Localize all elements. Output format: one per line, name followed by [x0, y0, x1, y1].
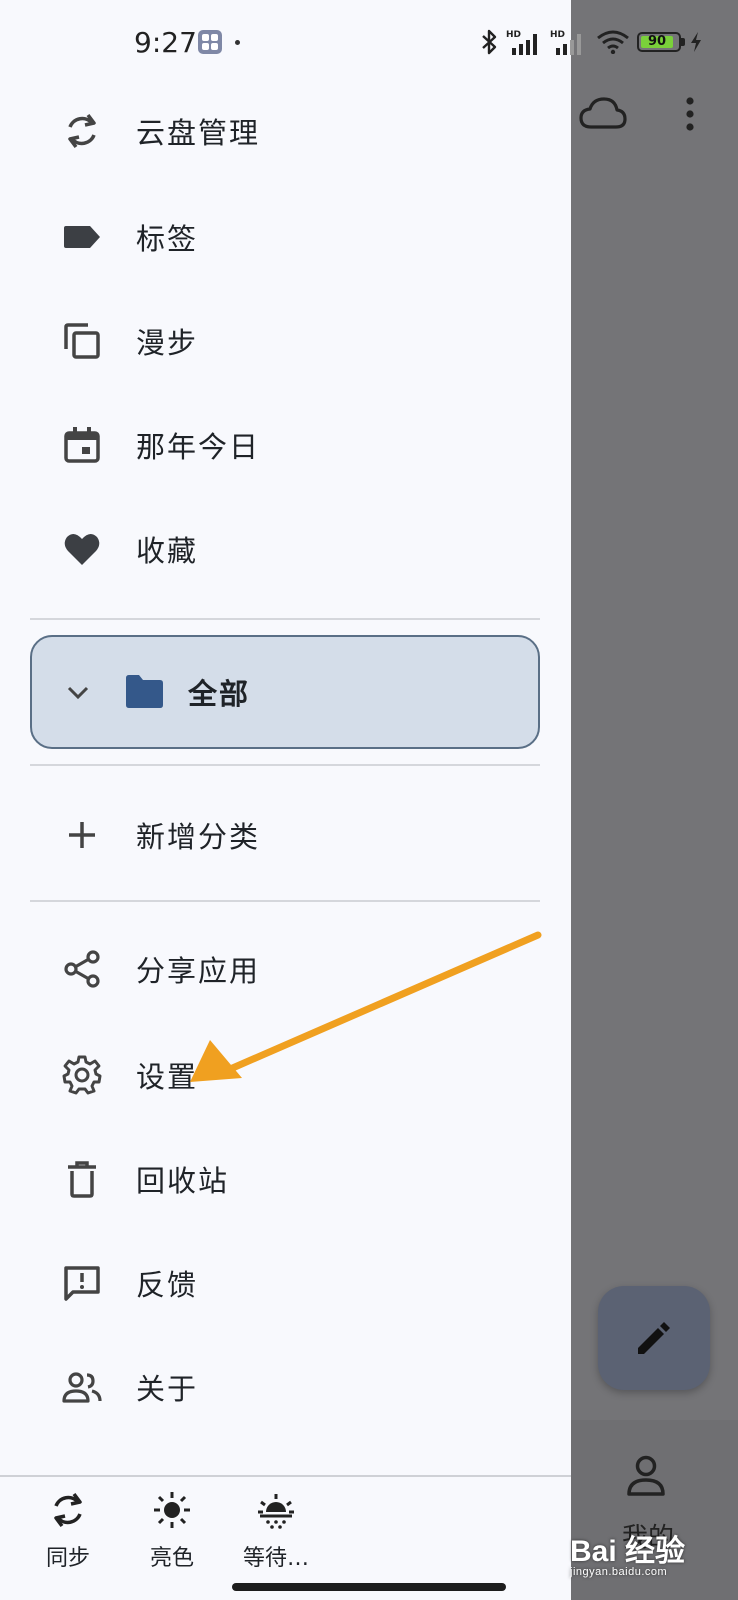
menu-item-wander[interactable]: 漫步 [0, 294, 571, 386]
calendar-icon [64, 427, 100, 463]
bottom-bar-divider [0, 1475, 571, 1477]
feedback-icon [64, 1266, 100, 1301]
wifi-icon [597, 30, 629, 54]
sun-icon [154, 1492, 190, 1528]
pencil-icon [638, 1322, 670, 1354]
menu-item-label: 关于 [136, 1372, 199, 1406]
label-icon [64, 226, 100, 248]
battery-level: 90 [647, 34, 667, 49]
menu-item-favorites[interactable]: 收藏 [0, 502, 571, 594]
sunrise-icon [258, 1494, 294, 1529]
divider [30, 900, 540, 902]
plus-icon [69, 822, 95, 848]
sync-icon [54, 1492, 82, 1528]
category-label: 全部 [188, 677, 251, 711]
divider [30, 764, 540, 766]
menu-item-share-app[interactable]: 分享应用 [0, 922, 571, 1014]
menu-item-settings[interactable]: 设置 [0, 1028, 571, 1120]
menu-item-tags[interactable]: 标签 [0, 190, 571, 282]
menu-item-about[interactable]: 关于 [0, 1340, 571, 1432]
menu-item-label: 新增分类 [136, 820, 261, 854]
menu-item-label: 设置 [136, 1060, 199, 1094]
menu-item-on-this-day[interactable]: 那年今日 [0, 398, 571, 490]
gear-icon [62, 1055, 102, 1095]
light-label: 亮色 [149, 1546, 194, 1571]
folder-icon [126, 675, 163, 708]
baidu-watermark: Bai 经验 jingyan.baidu.com [570, 1526, 685, 1578]
chevron-down-icon[interactable] [64, 679, 92, 707]
menu-item-feedback[interactable]: 反馈 [0, 1236, 571, 1328]
menu-item-label: 那年今日 [136, 430, 261, 464]
sync-label: 同步 [45, 1546, 90, 1571]
bluetooth-icon [482, 29, 497, 55]
signal-1-icon: HD [506, 30, 537, 55]
watermark-text: Bai 经验 [570, 1535, 686, 1568]
heart-icon [64, 533, 100, 565]
light-theme-button[interactable]: 亮色 [122, 1488, 222, 1578]
svg-text:HD: HD [550, 30, 565, 40]
people-icon [62, 1372, 102, 1403]
menu-item-label: 回收站 [136, 1164, 230, 1198]
sync-button[interactable]: 同步 [18, 1488, 118, 1578]
menu-item-label: 漫步 [136, 326, 199, 360]
battery-icon: 90 [637, 32, 685, 52]
sync-icon [68, 113, 96, 149]
status-time: 9:27 [134, 26, 197, 59]
svg-text:HD: HD [506, 30, 521, 40]
more-options-icon[interactable] [685, 96, 695, 132]
signal-2-icon: HD [550, 30, 581, 55]
menu-item-add-category[interactable]: 新增分类 [0, 788, 571, 880]
menu-item-label: 收藏 [136, 534, 199, 568]
app-notification-icon [198, 30, 222, 54]
menu-item-label: 反馈 [136, 1268, 199, 1302]
trash-icon [68, 1161, 96, 1198]
compose-fab[interactable] [598, 1286, 710, 1390]
menu-item-label: 云盘管理 [136, 116, 261, 150]
home-indicator[interactable] [232, 1583, 506, 1591]
share-icon [64, 950, 100, 988]
copy-icon [64, 323, 100, 359]
person-icon[interactable] [626, 1454, 666, 1498]
menu-item-label: 标签 [136, 222, 199, 256]
charging-icon [691, 32, 701, 52]
category-item-all[interactable]: 全部 [30, 635, 540, 749]
notification-dot [235, 40, 240, 45]
status-bar: 9:27 HD HD 90 [0, 0, 738, 84]
cloud-icon[interactable] [578, 94, 628, 134]
waiting-label: 等待… [242, 1546, 309, 1571]
menu-item-label: 分享应用 [136, 954, 261, 988]
divider [30, 618, 540, 620]
menu-item-cloud-manage[interactable]: 云盘管理 [0, 84, 571, 176]
waiting-button[interactable]: 等待… [226, 1488, 326, 1578]
menu-item-trash[interactable]: 回收站 [0, 1132, 571, 1224]
